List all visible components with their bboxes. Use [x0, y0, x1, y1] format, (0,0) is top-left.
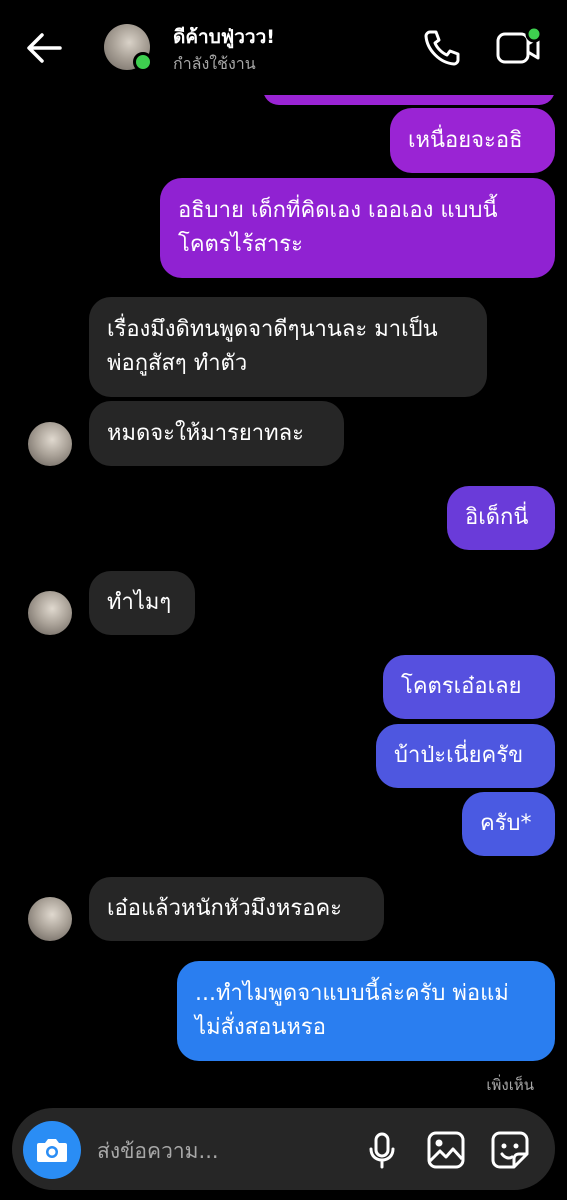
message-bubble-incoming[interactable]: ทำไมๆ — [89, 571, 195, 635]
message-bubble-incoming[interactable]: หมดจะให้มารยาทละ — [89, 401, 344, 466]
sticker-icon[interactable] — [488, 1128, 532, 1172]
message-input[interactable] — [95, 1130, 369, 1172]
contact-status: กำลังใช้งาน — [173, 54, 256, 73]
microphone-icon[interactable] — [360, 1128, 404, 1172]
contact-name[interactable]: ดีค้าบฟู่ววว! — [173, 22, 275, 52]
message-bubble-incoming[interactable]: เอ๋อแล้วหนักหัวมึงหรอคะ — [89, 877, 384, 941]
message-bubble-outgoing[interactable]: อิเด็กนี่ — [447, 486, 555, 550]
sender-avatar[interactable] — [28, 591, 72, 635]
message-bubble-outgoing[interactable]: โคตรเอ๋อเลย — [383, 655, 555, 719]
message-bubble-outgoing[interactable]: อธิบาย เด็กที่คิดเอง เออเอง แบบนี้ โคตรไ… — [160, 178, 555, 278]
back-arrow-icon[interactable] — [22, 26, 66, 70]
camera-button[interactable] — [23, 1121, 81, 1179]
video-call-icon[interactable] — [494, 24, 542, 70]
phone-icon[interactable] — [420, 26, 464, 70]
message-bubble-incoming[interactable]: เรื่องมึงดิทนพูดจาดีๆนานละ มาเป็น พ่อกูส… — [89, 297, 487, 397]
chat-header: ดีค้าบฟู่ววว! กำลังใช้งาน — [0, 0, 567, 95]
seen-status: เพิ่งเห็น — [486, 1076, 534, 1094]
sender-avatar[interactable] — [28, 422, 72, 466]
message-bubble-outgoing[interactable]: ครับ* — [462, 792, 555, 856]
message-bubble-outgoing[interactable]: เหนื่อยจะอธิ — [390, 108, 555, 173]
message-bubble-outgoing[interactable]: บ้าป่ะเนี่ยครัข — [376, 724, 555, 788]
gallery-icon[interactable] — [424, 1128, 468, 1172]
online-indicator — [133, 52, 153, 72]
camera-icon — [37, 1139, 67, 1162]
message-bubble-outgoing[interactable]: ...ทำไมพูดจาแบบนี้ล่ะครับ พ่อแม่ ไม่สั่ง… — [177, 961, 555, 1061]
sender-avatar[interactable] — [28, 897, 72, 941]
